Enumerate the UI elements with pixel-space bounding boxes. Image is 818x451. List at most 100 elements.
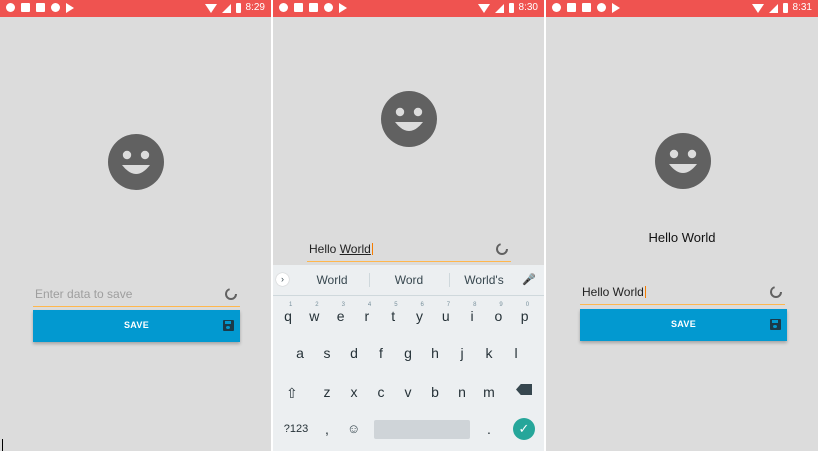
data-input-value: Hello World (582, 285, 646, 299)
sd-card-icon (309, 3, 318, 12)
wifi-icon (477, 3, 490, 13)
emoji-icon[interactable]: ☺ (347, 421, 360, 436)
play-store-icon (339, 3, 347, 13)
status-bar: 8:29 (0, 0, 271, 17)
data-input[interactable]: Hello World (580, 282, 785, 305)
key-d[interactable]: d (342, 345, 366, 361)
key-h[interactable]: h (423, 345, 447, 361)
key-hint: 9 (499, 302, 503, 308)
key-j[interactable]: j (450, 345, 474, 361)
chrome-icon (51, 3, 60, 12)
suggestion-2[interactable]: Word (379, 273, 439, 287)
data-input-placeholder: Enter data to save (35, 287, 133, 301)
key-hint: 5 (394, 302, 398, 308)
key-e[interactable]: e3 (329, 302, 353, 324)
smiley-face-icon (655, 133, 711, 189)
key-s[interactable]: s (315, 345, 339, 361)
status-bar: 8:30 (273, 0, 544, 17)
suggestion-3[interactable]: World's (454, 273, 514, 287)
smiley-face-icon (381, 91, 437, 147)
sd-card-icon (36, 3, 45, 12)
key-g[interactable]: g (396, 345, 420, 361)
shift-icon[interactable]: ⇧ (286, 385, 298, 402)
play-store-icon (612, 3, 620, 13)
key-x[interactable]: x (342, 384, 366, 400)
key-r[interactable]: r4 (355, 302, 379, 324)
clock: 8:29 (245, 2, 265, 13)
save-button[interactable]: SAVE (33, 310, 240, 342)
suggestion-strip: › World Word World's 🎤 (273, 265, 544, 296)
key-v[interactable]: v (396, 384, 420, 400)
chrome-icon (597, 3, 606, 12)
battery-icon (235, 3, 241, 13)
save-icon (223, 320, 234, 331)
screen-1: 8:29 Enter data to save SAVE (0, 0, 271, 451)
key-hint: 6 (420, 302, 424, 308)
input-text-prefix: Hello (309, 242, 340, 256)
spacebar[interactable] (374, 420, 470, 439)
data-input[interactable]: Enter data to save (33, 284, 240, 307)
signal-icon (768, 3, 778, 13)
key-k[interactable]: k (477, 345, 501, 361)
key-hint: 7 (446, 302, 451, 308)
key-hint: 8 (473, 302, 477, 308)
key-l[interactable]: l (504, 345, 528, 361)
key-hint: 4 (367, 302, 372, 308)
key-hint: 2 (315, 302, 319, 308)
composing-word: World (339, 242, 371, 256)
key-q[interactable]: q1 (276, 302, 300, 324)
comma-key[interactable]: , (315, 421, 339, 437)
input-text: Hello World (582, 285, 644, 299)
battery-icon (782, 3, 788, 13)
key-a[interactable]: a (288, 345, 312, 361)
mail-icon (567, 3, 576, 12)
chrome-icon (324, 3, 333, 12)
suggestion-1[interactable]: World (302, 273, 362, 287)
signal-icon (221, 3, 231, 13)
saved-text-display: Hello World (648, 230, 716, 245)
refresh-icon[interactable] (224, 287, 238, 301)
period-key[interactable]: . (477, 421, 501, 437)
key-u[interactable]: u7 (434, 302, 458, 324)
key-i[interactable]: i8 (460, 302, 484, 324)
key-w[interactable]: w2 (302, 302, 326, 324)
save-button[interactable]: SAVE (580, 309, 787, 341)
text-cursor (644, 286, 646, 298)
save-button-label: SAVE (123, 320, 150, 330)
mail-icon (21, 3, 30, 12)
microphone-icon[interactable]: 🎤 (522, 273, 536, 286)
key-c[interactable]: c (369, 384, 393, 400)
sd-card-icon (582, 3, 591, 12)
key-hint: 3 (341, 302, 345, 308)
key-z[interactable]: z (315, 384, 339, 400)
key-o[interactable]: o9 (486, 302, 510, 324)
data-input[interactable]: Hello World (307, 239, 511, 262)
key-t[interactable]: t5 (381, 302, 405, 324)
backspace-icon[interactable] (516, 384, 532, 395)
mail-icon (294, 3, 303, 12)
key-m[interactable]: m (477, 384, 501, 400)
clock: 8:31 (792, 2, 812, 13)
key-n[interactable]: n (450, 384, 474, 400)
key-b[interactable]: b (423, 384, 447, 400)
screen-2: 8:30 Hello World › World Word World's 🎤 … (273, 0, 544, 451)
notification-icon (552, 3, 561, 12)
chevron-right-icon[interactable]: › (276, 273, 289, 286)
key-p[interactable]: p0 (513, 302, 537, 324)
symbols-key[interactable]: ?123 (281, 423, 311, 435)
text-cursor (371, 243, 373, 255)
battery-icon (508, 3, 514, 13)
screen-3: 8:31 Hello World Hello World SAVE (546, 0, 818, 451)
key-hint: 1 (289, 302, 293, 308)
signal-icon (494, 3, 504, 13)
status-bar: 8:31 (546, 0, 818, 17)
refresh-icon[interactable] (495, 242, 509, 256)
key-y[interactable]: y6 (408, 302, 432, 324)
key-hint: 0 (525, 302, 530, 308)
enter-check-icon[interactable]: ✓ (513, 418, 535, 440)
smiley-face-icon (108, 134, 164, 190)
notification-icon (279, 3, 288, 12)
refresh-icon[interactable] (769, 285, 783, 299)
key-f[interactable]: f (369, 345, 393, 361)
data-input-value: Hello World (309, 242, 373, 256)
